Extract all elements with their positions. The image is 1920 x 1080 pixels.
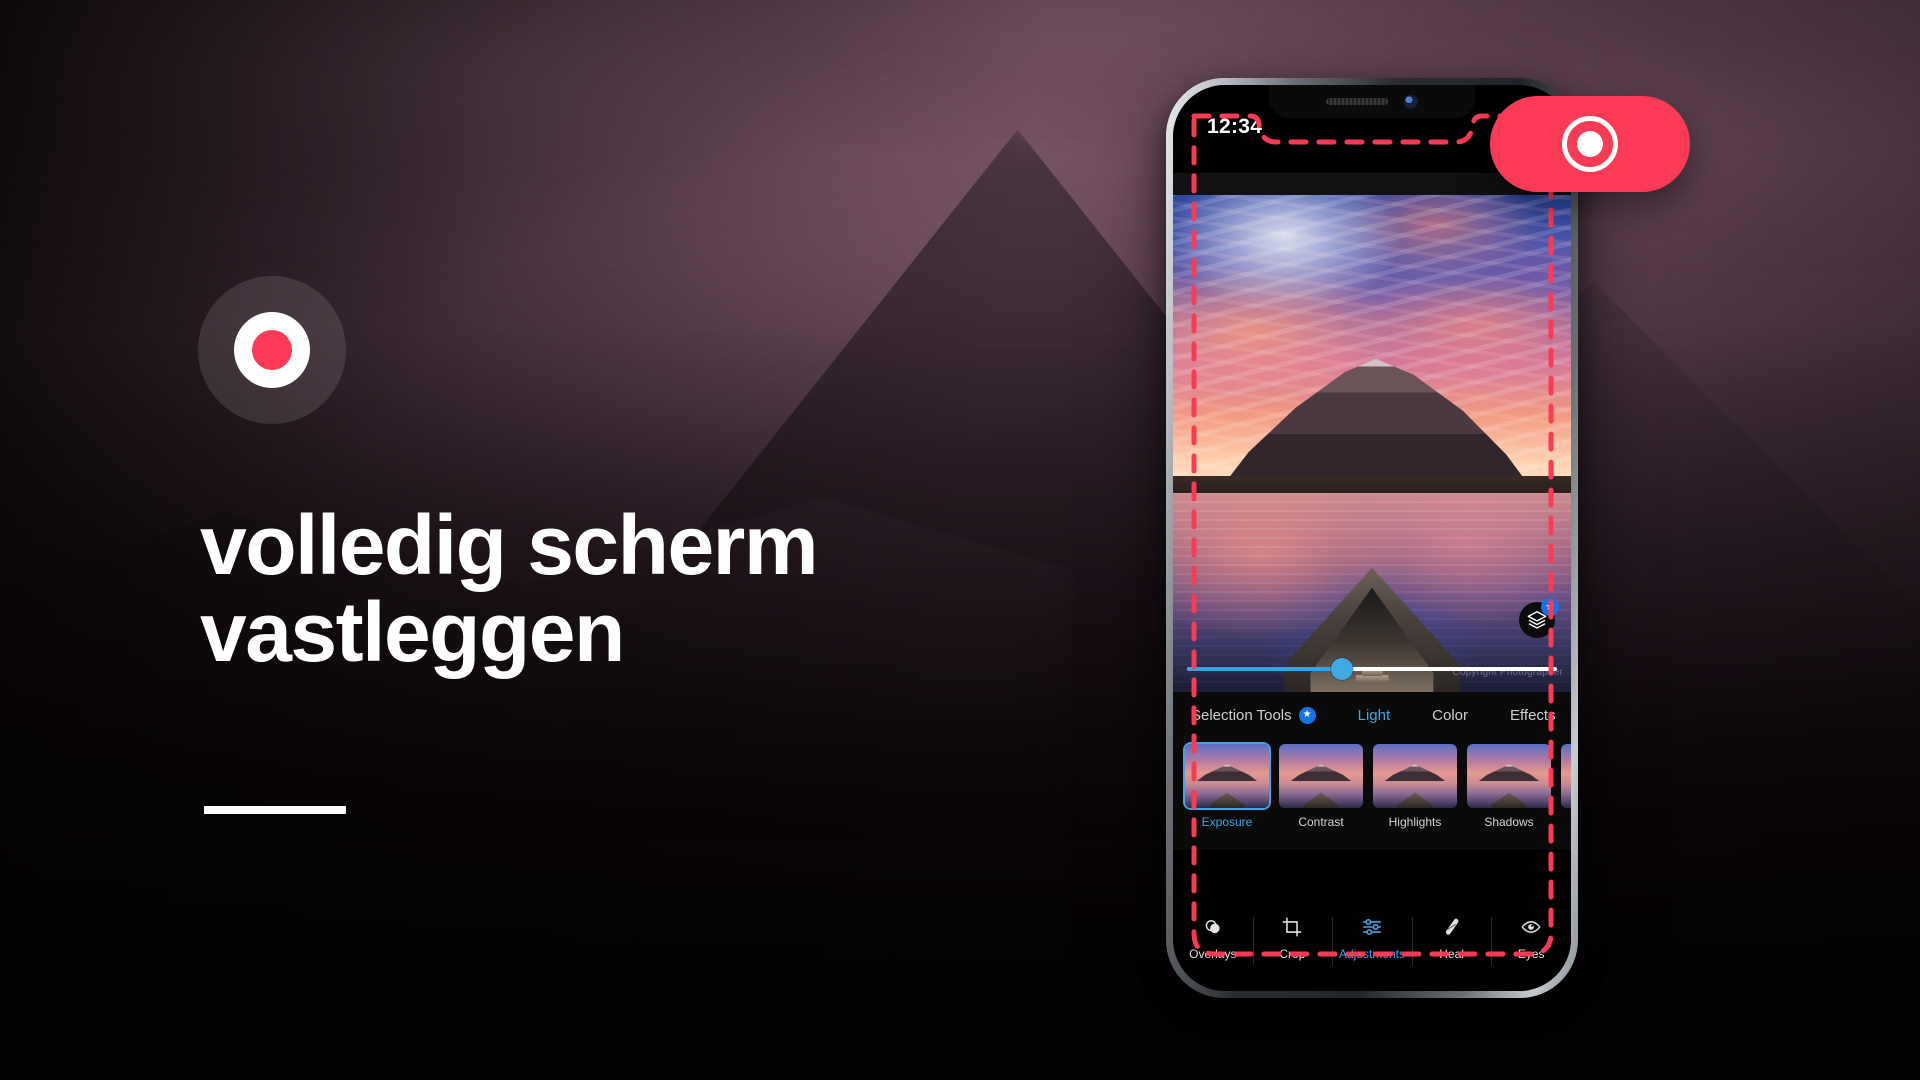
slider-track[interactable] [1187, 658, 1557, 680]
star-icon: ★ [1298, 706, 1316, 724]
heal-brush-icon [1441, 915, 1463, 939]
phone-mockup: 12:34 ★ Copyright Photographer Selection… [1146, 68, 1596, 998]
slider-thumb[interactable] [1331, 658, 1354, 680]
tab-light[interactable]: Light [1358, 707, 1391, 724]
tab-effects[interactable]: Effects [1510, 707, 1556, 724]
layers-button[interactable]: ★ [1519, 598, 1559, 638]
preset-shadows[interactable]: Shadows [1467, 744, 1551, 850]
nav-label: Heal [1439, 947, 1464, 961]
phone-frame: 12:34 ★ Copyright Photographer Selection… [1166, 78, 1578, 998]
front-camera-icon [1404, 94, 1418, 109]
preset-contrast[interactable]: Contrast [1279, 744, 1363, 850]
record-circle-inner [1577, 131, 1603, 157]
nav-label: Overlays [1189, 947, 1237, 961]
page-title-line-1: volledig scherm [200, 498, 819, 592]
record-dot-inner [252, 330, 292, 370]
preset-thumbnail [1373, 744, 1457, 808]
preset-thumbnail-list[interactable]: Exposure Contrast Highlights Shadows [1173, 738, 1571, 850]
nav-label: Adjustments [1338, 947, 1405, 961]
preset-thumbnail [1185, 744, 1269, 808]
sliders-icon [1361, 915, 1383, 939]
nav-item-heal[interactable]: Heal [1411, 915, 1492, 965]
record-circle-icon [1562, 116, 1618, 172]
overlays-icon [1202, 915, 1224, 939]
earpiece-speaker-icon [1326, 98, 1388, 105]
preset-thumbnail [1279, 744, 1363, 808]
crop-icon [1281, 915, 1303, 939]
left-content-panel: volledig scherm vastleggen [0, 0, 1000, 1080]
tab-selection-tools-label: Selection Tools [1191, 706, 1292, 724]
nav-item-adjustments[interactable]: Adjustments [1332, 915, 1412, 965]
preset-exposure[interactable]: Exposure [1185, 744, 1269, 850]
bottom-navigation[interactable]: Overlays Crop Adjustments Heal Eyes [1173, 905, 1571, 991]
tab-color[interactable]: Color [1432, 707, 1468, 724]
nav-label: Crop [1279, 947, 1306, 961]
star-icon: ★ [1541, 598, 1559, 616]
preset-thumbnail [1467, 744, 1551, 808]
page-title-line-2: vastleggen [200, 584, 625, 679]
preset-label: Whites [1561, 815, 1571, 829]
phone-notch [1269, 85, 1475, 118]
preset-highlights[interactable]: Highlights [1373, 744, 1457, 850]
adjustment-tabs[interactable]: Selection Tools ★ Light Color Effects De… [1173, 692, 1571, 738]
divider-rule [204, 806, 346, 814]
preset-label: Exposure [1201, 815, 1253, 829]
page-title: volledig scherm vastleggen [200, 502, 960, 675]
eye-icon [1520, 915, 1542, 939]
tab-selection-tools[interactable]: Selection Tools ★ [1191, 706, 1316, 724]
status-bar-clock: 12:34 [1207, 115, 1263, 138]
phone-screen: 12:34 ★ Copyright Photographer Selection… [1173, 85, 1571, 991]
nav-item-overlays[interactable]: Overlays [1173, 915, 1253, 961]
nav-item-eyes[interactable]: Eyes [1491, 915, 1571, 965]
record-dot-icon [234, 312, 310, 388]
preset-label: Contrast [1298, 815, 1344, 829]
slider-fill [1187, 667, 1343, 671]
nav-label: Eyes [1517, 947, 1545, 961]
record-badge [198, 276, 346, 424]
preset-label: Highlights [1388, 815, 1442, 829]
preset-whites[interactable]: Whites [1561, 744, 1571, 850]
preset-thumbnail [1561, 744, 1571, 808]
nav-item-crop[interactable]: Crop [1252, 915, 1333, 965]
preset-label: Shadows [1484, 815, 1534, 829]
record-button[interactable] [1490, 96, 1690, 192]
adjustment-slider[interactable] [1173, 656, 1571, 682]
photo-canvas[interactable]: ★ Copyright Photographer [1173, 195, 1571, 692]
